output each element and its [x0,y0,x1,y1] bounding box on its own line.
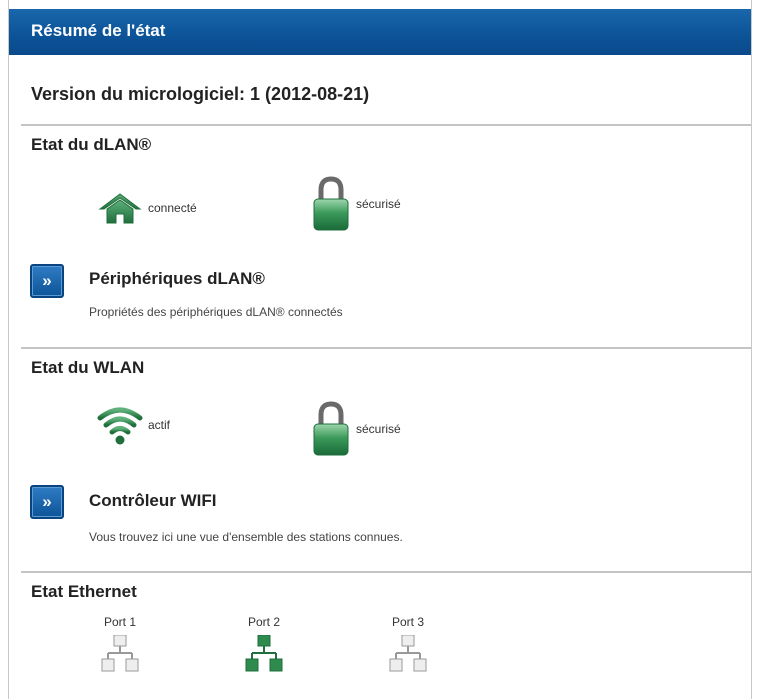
ethernet-section-title: Etat Ethernet [31,582,137,601]
wlan-activity-status: actif [96,404,170,446]
wifi-controller-description: Vous trouvez ici une vue d'ensemble des … [89,530,403,544]
port-label: Port 1 [103,615,136,629]
dlan-security-label: sécurisé [356,197,401,211]
dlan-connection-status: connecté [98,191,197,225]
wlan-security-status: sécurisé [312,401,401,457]
divider [21,571,751,573]
wlan-section-title: Etat du WLAN [31,358,145,377]
wlan-security-label: sécurisé [356,422,401,436]
wifi-controller-button[interactable]: » [30,485,64,519]
ethernet-port-2: Port 2 [234,615,294,690]
frame-left-border [8,0,9,699]
frame-right-border [751,0,752,699]
network-port-inactive-icon [389,634,427,672]
dlan-security-status: sécurisé [312,176,401,232]
dlan-connection-label: connecté [148,201,197,215]
port-label: Port 3 [391,615,424,629]
network-port-active-icon [245,634,283,672]
wifi-icon [97,407,143,445]
port-label: Port 2 [247,615,280,629]
network-port-inactive-icon [101,634,139,672]
ethernet-port-1: Port 1 [90,615,150,690]
dlan-devices-description: Propriétés des périphériques dLAN® conne… [89,305,343,319]
lock-icon [313,176,349,231]
firmware-version: Version du micrologiciel: 1 (2012-08-21) [31,84,370,104]
wifi-controller-link[interactable]: Contrôleur WIFI [89,491,216,511]
divider [21,347,751,349]
dlan-devices-link[interactable]: Périphériques dLAN® [89,269,265,289]
dlan-devices-button[interactable]: » [30,264,64,298]
status-summary-header: Résumé de l'état [9,9,751,55]
wlan-status-label: actif [148,418,171,432]
page-title: Résumé de l'état [31,21,166,40]
lock-icon [313,401,349,456]
divider [21,124,751,126]
ethernet-port-3: Port 3 [378,615,438,690]
dlan-section-title: Etat du dLAN® [31,135,152,154]
home-icon [98,193,142,224]
